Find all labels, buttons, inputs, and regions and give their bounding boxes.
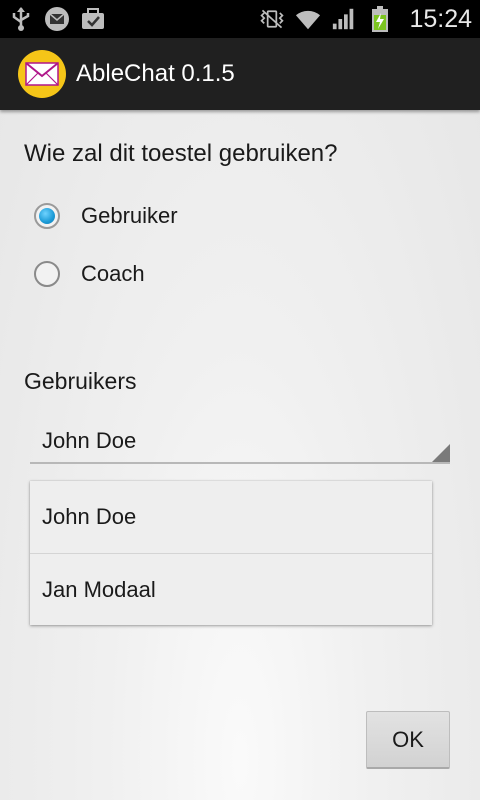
dropdown-arrow-icon — [432, 444, 450, 462]
radio-gebruiker[interactable]: Gebruiker — [34, 196, 178, 236]
users-label: Gebruikers — [24, 368, 137, 394]
app-title: AbleChat 0.1.5 — [76, 60, 235, 87]
action-bar: AbleChat 0.1.5 — [0, 38, 480, 110]
status-clock: 15:24 — [409, 4, 472, 33]
radio-label-coach: Coach — [81, 261, 145, 286]
dropdown-option-jan-modaal[interactable]: Jan Modaal — [30, 553, 432, 625]
vibrate-icon — [259, 6, 285, 32]
system-icons: 15:24 — [259, 5, 472, 34]
dropdown-option-john-doe[interactable]: John Doe — [30, 481, 432, 553]
wifi-icon — [295, 6, 321, 32]
radio-button-unchecked[interactable] — [34, 261, 60, 287]
users-dropdown-list: John Doe Jan Modaal — [30, 481, 432, 625]
radio-selected-dot — [39, 208, 55, 224]
radio-button-checked[interactable] — [34, 203, 60, 229]
status-bar: 15:24 — [0, 0, 480, 38]
envelope-icon[interactable] — [18, 50, 66, 98]
usb-icon — [8, 6, 34, 32]
radio-label-gebruiker: Gebruiker — [81, 203, 178, 228]
ok-button[interactable]: OK — [366, 711, 450, 769]
signal-icon — [331, 6, 357, 32]
battery-charging-icon — [367, 6, 393, 32]
mail-icon — [44, 6, 70, 32]
briefcase-icon — [80, 6, 106, 32]
radio-coach[interactable]: Coach — [34, 254, 145, 294]
users-spinner[interactable]: John Doe — [30, 420, 450, 464]
role-question: Wie zal dit toestel gebruiken? — [24, 140, 338, 167]
spinner-selected-value: John Doe — [42, 428, 137, 453]
notification-icons — [8, 6, 106, 32]
